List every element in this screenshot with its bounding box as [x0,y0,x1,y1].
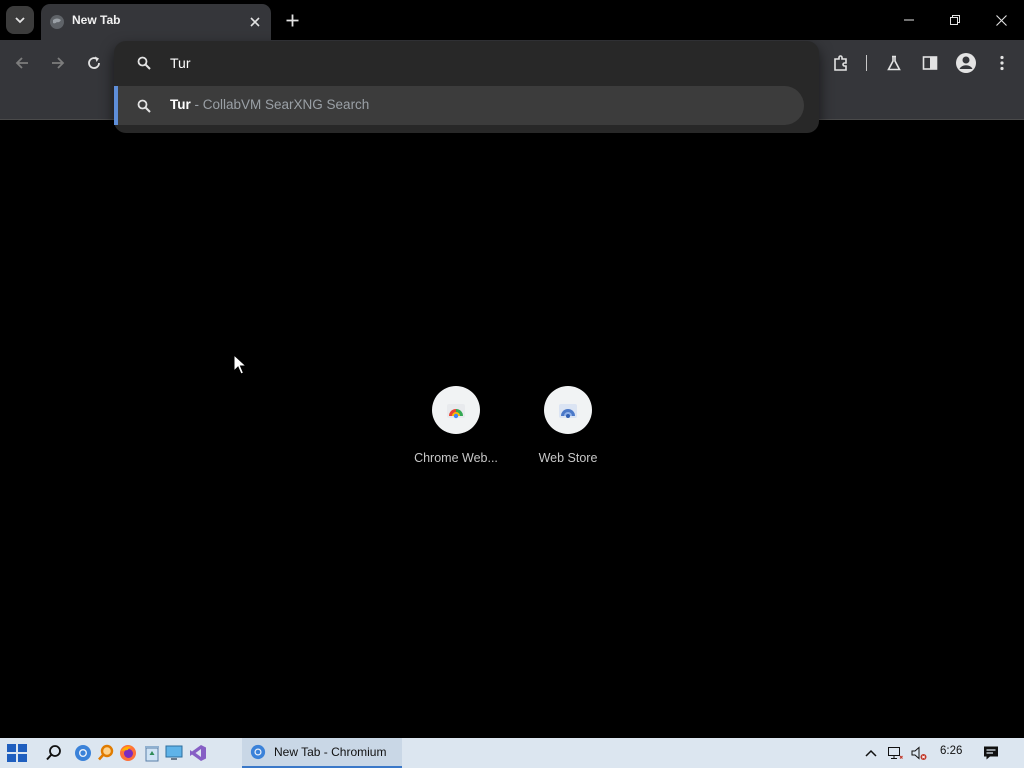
reload-button[interactable] [79,48,109,78]
chevron-down-icon [15,17,25,24]
new-tab-button[interactable] [280,8,304,32]
taskbar-recycle-bin[interactable] [142,743,162,763]
tab-search-button[interactable] [6,6,34,34]
clock[interactable]: 6:26 [940,745,962,757]
toolbar-separator [866,55,867,71]
forward-button[interactable] [43,48,73,78]
tray-overflow-button[interactable] [863,745,879,761]
tray-volume[interactable] [911,745,927,761]
chrome-web-store-icon [447,404,465,419]
close-icon [250,17,260,27]
network-icon [888,747,903,759]
search-icon [137,99,151,113]
suggestion-query: Tur [170,97,191,112]
extensions-button[interactable] [826,48,856,78]
omnibox-input[interactable]: Tur [170,55,190,71]
search-tool-icon [98,744,114,761]
labs-button[interactable] [879,48,909,78]
taskbar-computer[interactable] [164,743,184,763]
side-panel-button[interactable] [915,48,945,78]
shortcut-web-store[interactable]: Web Store [512,386,624,474]
plus-icon [286,14,298,26]
search-icon [137,56,151,70]
close-window-button[interactable] [978,0,1024,40]
notification-icon [984,746,998,760]
mouse-cursor-icon [233,354,247,375]
back-button[interactable] [7,48,37,78]
taskbar-search-button[interactable] [44,743,64,763]
volume-muted-icon [911,746,927,760]
tray-network[interactable] [887,745,903,761]
chromium-icon [250,744,266,760]
taskbar-firefox[interactable] [118,743,138,763]
action-center-button[interactable] [983,745,999,761]
arrow-left-icon [15,57,28,69]
more-vert-icon [1000,55,1004,71]
shortcut-chrome-web-store[interactable]: Chrome Web... [400,386,512,474]
restore-icon [950,15,960,25]
tab-strip: New Tab [0,0,1024,40]
puzzle-icon [834,55,847,71]
globe-icon [50,15,64,29]
suggestion-engine: CollabVM SearXNG Search [202,97,370,112]
suggestion-selected-indicator [114,86,118,125]
menu-button[interactable] [987,48,1017,78]
close-tab-button[interactable] [245,12,265,32]
reload-icon [88,56,100,69]
shortcut-icon-circle [544,386,592,434]
minimize-button[interactable] [886,0,932,40]
taskbar: New Tab - Chromium 6:26 [0,738,1024,768]
firefox-icon [120,745,136,761]
tab-title: New Tab [72,13,121,27]
omnibox-suggestion[interactable]: Tur - CollabVM SearXNG Search [114,86,804,125]
restore-button[interactable] [932,0,978,40]
shortcut-icon-circle [432,386,480,434]
chevron-up-icon [865,749,877,757]
suggestion-separator: - [190,97,203,112]
chromium-icon [75,745,91,761]
profile-button[interactable] [951,48,981,78]
visual-studio-icon [190,745,206,761]
search-icon [46,745,61,761]
suggestion-text: Tur - CollabVM SearXNG Search [170,97,369,112]
recycle-bin-icon [145,746,159,762]
avatar-icon [956,53,976,73]
taskbar-search-tool[interactable] [96,743,116,763]
shortcut-label: Web Store [538,451,598,465]
taskbar-window-chromium[interactable]: New Tab - Chromium [242,738,402,768]
taskbar-window-title: New Tab - Chromium [274,745,387,759]
close-icon [995,14,1007,26]
arrow-right-icon [52,57,65,69]
tab-new-tab[interactable]: New Tab [41,4,271,40]
start-icon[interactable] [6,743,28,763]
taskbar-chromium[interactable] [73,743,93,763]
side-panel-icon [922,56,938,70]
taskbar-visual-studio[interactable] [188,743,208,763]
omnibox-popup: Tur Tur - CollabVM SearXNG Search [114,41,819,133]
minimize-icon [904,19,914,21]
flask-icon [887,55,901,71]
computer-icon [165,745,183,760]
web-store-icon [559,404,577,418]
shortcut-label: Chrome Web... [414,451,498,465]
